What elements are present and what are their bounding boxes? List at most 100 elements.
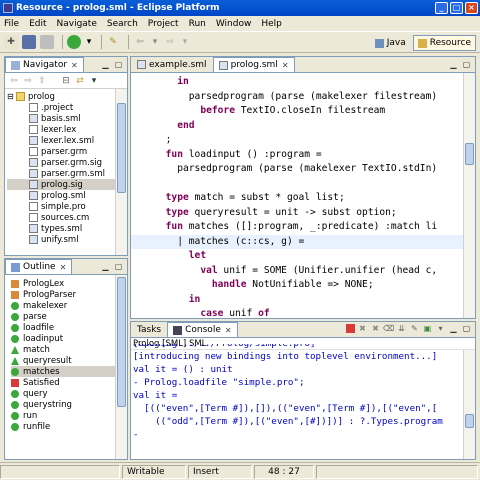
new-icon[interactable]: ✚ [4, 35, 18, 49]
outline-item[interactable]: loadinput [11, 333, 127, 344]
tree-item-file[interactable]: lexer.lex.sml [7, 135, 127, 146]
tree-item-file[interactable]: types.sml [7, 223, 127, 234]
tab-tasks[interactable]: Tasks [131, 322, 167, 337]
link-editor-icon[interactable]: ⇄ [75, 74, 85, 88]
open-console-icon[interactable]: ▾ [435, 323, 446, 334]
maximize-view-icon[interactable]: ▢ [461, 323, 472, 334]
view-menu-icon[interactable]: ▾ [89, 74, 99, 88]
minimize-view-icon[interactable]: ▁ [448, 59, 459, 70]
tab-console[interactable]: Console ✕ [167, 322, 238, 337]
collapse-all-icon[interactable]: ⊟ [61, 74, 71, 88]
tree-item-file[interactable]: basis.sml [7, 113, 127, 124]
save-icon[interactable] [22, 35, 36, 49]
menu-navigate[interactable]: Navigate [57, 19, 97, 29]
menu-project[interactable]: Project [148, 19, 179, 29]
tab-navigator[interactable]: Navigator ✕ [5, 57, 84, 72]
tree-item-file[interactable]: unify.sml [7, 234, 127, 245]
tree-item-label: parser.grm.sml [41, 168, 105, 179]
up-icon[interactable]: ⇧ [37, 74, 47, 88]
outline-item[interactable]: makelexer [11, 300, 127, 311]
run-icon[interactable] [67, 35, 81, 49]
terminate-icon[interactable] [346, 324, 355, 333]
file-icon [218, 60, 228, 70]
menu-help[interactable]: Help [261, 19, 282, 29]
code-editor[interactable]: in parsedprogram (parse (makelexer files… [131, 73, 463, 318]
scroll-thumb[interactable] [117, 103, 126, 193]
scroll-lock-icon[interactable]: ⇊ [396, 323, 407, 334]
close-button[interactable]: × [465, 2, 478, 14]
chevron-down-icon[interactable]: ▾ [85, 35, 93, 49]
pin-icon[interactable]: ✎ [409, 323, 420, 334]
tab-prolog-sml[interactable]: prolog.sml ✕ [212, 57, 295, 72]
outline-item[interactable]: Satisfied [11, 377, 127, 388]
outline-item[interactable]: queryresult [11, 355, 127, 366]
editor-scrollbar[interactable] [463, 73, 475, 318]
menu-file[interactable]: File [4, 19, 19, 29]
menu-window[interactable]: Window [216, 19, 252, 29]
minimize-button[interactable]: _ [435, 2, 448, 14]
menu-search[interactable]: Search [107, 19, 138, 29]
display-console-icon[interactable]: ▣ [422, 323, 433, 334]
outline-item[interactable]: query [11, 388, 127, 399]
search-icon[interactable]: ✎ [106, 35, 120, 49]
tree-item-file[interactable]: sources.cm [7, 212, 127, 223]
tree-item-file[interactable]: .project [7, 102, 127, 113]
back-menu-icon[interactable]: ▾ [151, 35, 159, 49]
back-icon[interactable]: ⇦ [133, 35, 147, 49]
close-icon[interactable]: ✕ [225, 326, 232, 335]
tree-item-file[interactable]: parser.grm [7, 146, 127, 157]
perspective-java-button[interactable]: Java [370, 35, 411, 51]
tree-item-file[interactable]: prolog.sig [7, 179, 127, 190]
tab-example-sml[interactable]: example.sml [131, 57, 213, 72]
minimize-view-icon[interactable]: ▁ [448, 323, 459, 334]
tree-item-file[interactable]: prolog.sml [7, 190, 127, 201]
close-icon[interactable]: ✕ [71, 61, 78, 70]
scroll-thumb[interactable] [117, 277, 126, 407]
console-output[interactable]: [opening ../../Prolog/simple.pro][introd… [131, 344, 463, 459]
minimize-view-icon[interactable]: ▁ [100, 261, 111, 272]
remove-launch-icon[interactable]: ✖ [357, 323, 368, 334]
outline-item[interactable]: matches [11, 366, 127, 377]
close-icon[interactable]: ✕ [60, 263, 67, 272]
outline-item[interactable]: loadfile [11, 322, 127, 333]
menu-run[interactable]: Run [189, 19, 206, 29]
console-scrollbar[interactable] [463, 350, 475, 459]
forward-menu-icon[interactable]: ▾ [181, 35, 189, 49]
maximize-view-icon[interactable]: ▢ [113, 261, 124, 272]
outline-item[interactable]: runfile [11, 421, 127, 432]
remove-all-icon[interactable]: ✖ [370, 323, 381, 334]
tree-folder-prolog[interactable]: ⊟ prolog [7, 91, 127, 102]
tree-item-file[interactable]: parser.grm.sig [7, 157, 127, 168]
minimize-view-icon[interactable]: ▁ [100, 59, 111, 70]
tree-item-file[interactable]: parser.grm.sml [7, 168, 127, 179]
outline-scrollbar[interactable] [115, 275, 127, 459]
forward-icon[interactable]: ⇨ [23, 74, 33, 88]
outline-item[interactable]: match [11, 344, 127, 355]
outline-item[interactable]: PrologLex [11, 278, 127, 289]
perspective-resource-button[interactable]: Resource [412, 35, 476, 51]
maximize-view-icon[interactable]: ▢ [113, 59, 124, 70]
maximize-button[interactable]: □ [450, 2, 463, 14]
outline-item[interactable]: run [11, 410, 127, 421]
code-line: type queryresult = unit -> subst option; [165, 206, 397, 218]
outline-item-label: querystring [23, 399, 72, 410]
back-icon[interactable]: ⇦ [9, 74, 19, 88]
clear-console-icon[interactable]: ⌫ [383, 323, 394, 334]
close-icon[interactable]: ✕ [282, 61, 289, 70]
maximize-view-icon[interactable]: ▢ [461, 59, 472, 70]
scroll-thumb[interactable] [465, 143, 474, 165]
navigator-scrollbar[interactable] [115, 89, 127, 255]
scroll-thumb[interactable] [465, 414, 474, 428]
tab-outline[interactable]: Outline ✕ [5, 259, 73, 274]
menu-edit[interactable]: Edit [29, 19, 46, 29]
forward-icon[interactable]: ⇨ [163, 35, 177, 49]
outline-item[interactable]: querystring [11, 399, 127, 410]
outline-item[interactable]: PrologParser [11, 289, 127, 300]
outline-item[interactable]: parse [11, 311, 127, 322]
tree-item-file[interactable]: simple.pro [7, 201, 127, 212]
function-icon [11, 411, 19, 420]
tree-item-file[interactable]: lexer.lex [7, 124, 127, 135]
tab-label: example.sml [149, 59, 207, 70]
print-icon[interactable] [40, 35, 54, 49]
expand-toggle-icon[interactable]: ⊟ [7, 92, 16, 101]
